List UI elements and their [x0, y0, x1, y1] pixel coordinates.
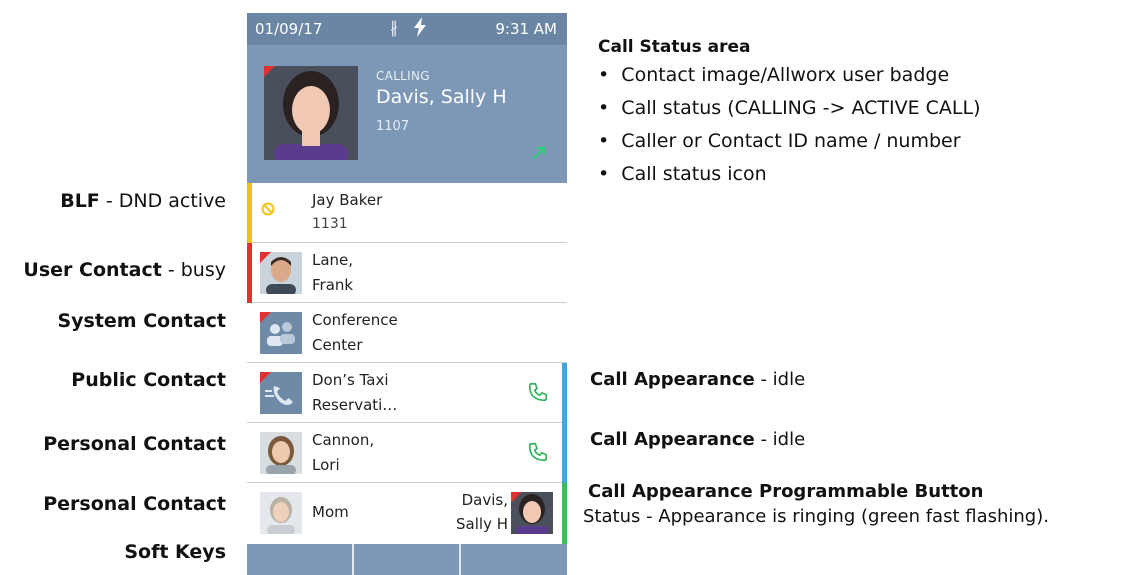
contact-button-cannon-lori[interactable]: Cannon, Lori: [247, 423, 567, 483]
call-status-label: CALLING: [376, 69, 430, 83]
status-bar: 01/09/17 ∦ 9:31 AM: [247, 13, 567, 45]
annotation-programmable-detail: Status - Appearance is ringing (green fa…: [583, 506, 1049, 527]
caller-name: Davis, Sally H: [376, 86, 507, 108]
status-corner-icon: [511, 492, 522, 503]
call-status-bullet: • Call status (CALLING -> ACTIVE CALL): [598, 97, 981, 119]
handset-icon: [527, 441, 549, 467]
row-line1: Jay Baker: [312, 191, 383, 209]
row-line1: Don’s Taxi: [312, 371, 389, 389]
contact-button-lane-frank[interactable]: Lane, Frank: [247, 243, 567, 303]
female-avatar: [260, 432, 302, 474]
annotation-personal-contact: Personal Contact: [43, 433, 226, 455]
handset-icon: [527, 381, 549, 407]
contact-button-dons-taxi[interactable]: Don’s Taxi Reservati…: [247, 363, 567, 423]
soft-keys: [247, 544, 567, 575]
call-status-bullet: • Contact image/Allworx user badge: [598, 64, 950, 86]
annotation-system-contact: System Contact: [57, 310, 226, 332]
soft-key-1[interactable]: [247, 544, 354, 575]
appearance-bar-green: [562, 483, 567, 544]
status-bar-yellow: [247, 183, 252, 243]
blf-button-jay-baker[interactable]: Jay Baker 1131: [247, 183, 567, 243]
public-phone-icon: [260, 372, 302, 414]
row-line2: Frank: [312, 276, 354, 294]
row-line2: Lori: [312, 456, 340, 474]
call-status-bullet: • Caller or Contact ID name / number: [598, 130, 961, 152]
status-corner-icon: [260, 372, 271, 383]
contact-button-conference-center[interactable]: Conference Center: [247, 303, 567, 363]
status-corner-icon: [264, 66, 275, 77]
dnd-icon: [261, 201, 275, 220]
call-status-bullet: • Call status icon: [598, 163, 767, 185]
appearance-bar-blue: [562, 363, 567, 423]
call-status-area[interactable]: CALLING Davis, Sally H 1107: [247, 45, 567, 183]
annotation-soft-keys: Soft Keys: [124, 541, 226, 563]
row-line2: Reservati…: [312, 396, 398, 414]
row-line1: Cannon,: [312, 431, 375, 449]
row-line1: Conference: [312, 311, 398, 329]
annotation-programmable-button: Call Appearance Programmable Button: [588, 481, 984, 502]
ringing-caller-avatar: [511, 492, 553, 534]
phone-screen: 01/09/17 ∦ 9:31 AM CALLING Davis, Sally …: [247, 13, 567, 575]
mom-avatar: [260, 492, 302, 534]
row-line1: Mom: [312, 503, 349, 521]
caller-photo: [264, 66, 358, 160]
row-line2: Center: [312, 336, 363, 354]
annotation-user-contact: User Contact - busy: [23, 259, 226, 281]
status-date: 01/09/17: [255, 20, 323, 38]
annotation-blf: BLF - DND active: [60, 190, 226, 212]
conference-icon: [260, 312, 302, 354]
status-bar-red: [247, 243, 252, 303]
annotation-call-appearance-1: Call Appearance - idle: [590, 369, 806, 390]
status-time: 9:31 AM: [495, 20, 557, 38]
status-corner-icon: [260, 252, 271, 263]
ringing-caller-name-2: Sally H: [456, 515, 508, 533]
annotation-call-appearance-2: Call Appearance - idle: [590, 429, 806, 450]
status-corner-icon: [260, 312, 271, 323]
caller-number: 1107: [376, 119, 410, 134]
appearance-bar-blue: [562, 423, 567, 483]
row-line1: Lane,: [312, 251, 354, 269]
lightning-icon: [413, 17, 427, 41]
bluetooth-icon: ∦: [390, 18, 398, 37]
call-status-heading: Call Status area: [598, 37, 751, 57]
row-line2: 1131: [312, 216, 348, 232]
contact-button-mom[interactable]: Mom Davis, Sally H: [247, 483, 567, 545]
soft-key-2[interactable]: [354, 544, 461, 575]
outgoing-arrow-icon: [531, 145, 547, 165]
annotation-public-contact: Public Contact: [71, 369, 226, 391]
ringing-caller-name-1: Davis,: [461, 491, 508, 509]
male-avatar: [260, 252, 302, 294]
annotation-personal-contact-2: Personal Contact: [43, 493, 226, 515]
soft-key-3[interactable]: [461, 544, 567, 575]
